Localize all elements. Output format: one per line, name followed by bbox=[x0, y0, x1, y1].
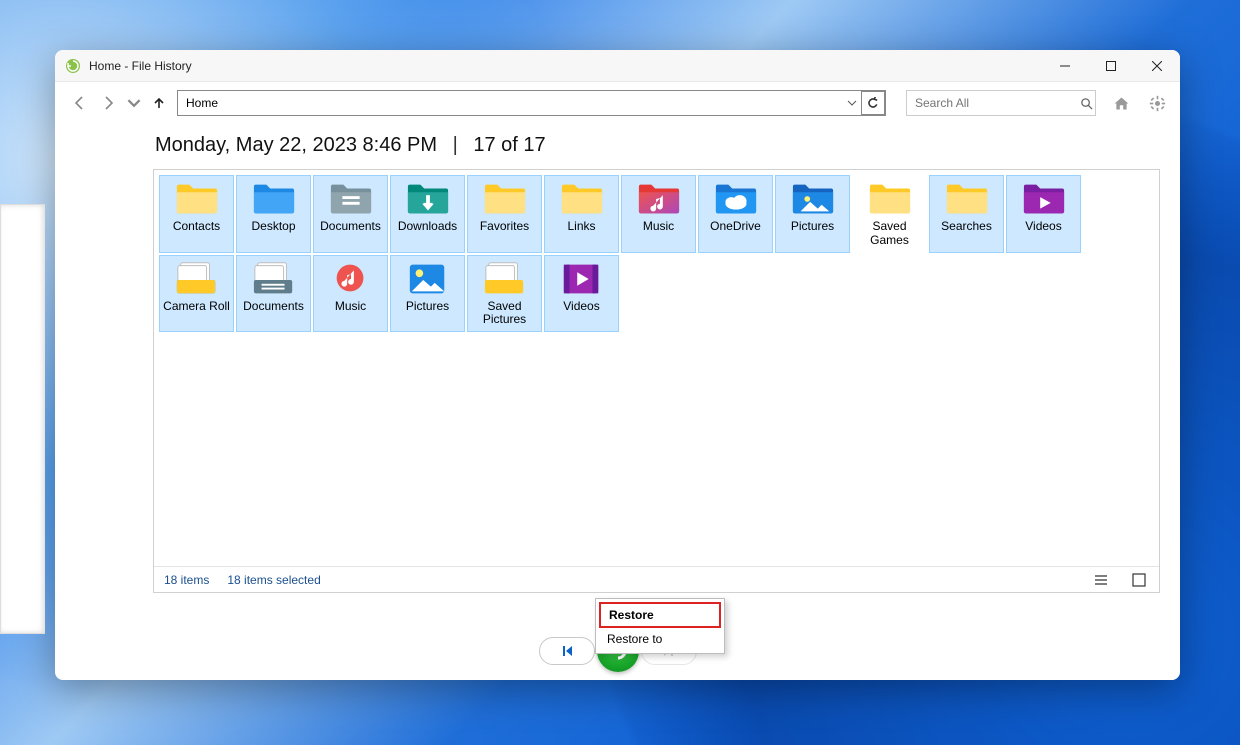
file-item[interactable]: Pictures bbox=[390, 255, 465, 333]
folder-yellow-icon bbox=[866, 180, 914, 218]
history-subheader: Monday, May 22, 2023 8:46 PM | 17 of 17 bbox=[65, 124, 1170, 169]
file-item-label: Documents bbox=[243, 300, 304, 314]
file-grid[interactable]: Contacts Desktop Documents Downloads Favorit… bbox=[154, 170, 1159, 566]
file-item-label: Pictures bbox=[406, 300, 449, 314]
details-view-button[interactable] bbox=[1091, 571, 1111, 589]
lib-music-icon bbox=[327, 260, 375, 298]
file-item[interactable]: Downloads bbox=[390, 175, 465, 253]
restore-context-menu: Restore Restore to bbox=[595, 598, 725, 654]
file-item[interactable]: Favorites bbox=[467, 175, 542, 253]
file-item[interactable]: Documents bbox=[313, 175, 388, 253]
history-dropdown[interactable] bbox=[127, 91, 141, 115]
address-dropdown[interactable] bbox=[840, 91, 862, 115]
file-item[interactable]: Videos bbox=[1006, 175, 1081, 253]
file-item-label: Music bbox=[335, 300, 366, 314]
lib-saved-icon bbox=[481, 260, 529, 298]
search-box bbox=[906, 90, 1096, 116]
file-item[interactable]: Music bbox=[621, 175, 696, 253]
file-item-label: Contacts bbox=[173, 220, 220, 234]
close-button[interactable] bbox=[1134, 50, 1180, 82]
menu-restore-to[interactable]: Restore to bbox=[599, 628, 721, 650]
refresh-button[interactable] bbox=[861, 91, 885, 115]
file-item-label: Pictures bbox=[791, 220, 834, 234]
status-bar: 18 items 18 items selected bbox=[154, 566, 1159, 592]
maximize-button[interactable] bbox=[1088, 50, 1134, 82]
file-item[interactable]: Contacts bbox=[159, 175, 234, 253]
lib-docs-icon bbox=[250, 260, 298, 298]
snapshot-date: Monday, May 22, 2023 8:46 PM bbox=[155, 134, 437, 156]
minimize-button[interactable] bbox=[1042, 50, 1088, 82]
lib-video-icon bbox=[558, 260, 606, 298]
file-item[interactable]: Saved Games bbox=[852, 175, 927, 253]
file-item[interactable]: Videos bbox=[544, 255, 619, 333]
separator: | bbox=[453, 134, 458, 156]
content-area: Monday, May 22, 2023 8:46 PM | 17 of 17 … bbox=[55, 124, 1180, 680]
gear-icon[interactable] bbox=[1146, 92, 1168, 114]
file-item-label: Saved Games bbox=[855, 220, 924, 248]
toolbar bbox=[55, 82, 1180, 124]
folder-yellow-icon bbox=[943, 180, 991, 218]
home-icon[interactable] bbox=[1110, 92, 1132, 114]
file-item[interactable]: Documents bbox=[236, 255, 311, 333]
file-item[interactable]: Desktop bbox=[236, 175, 311, 253]
file-item-label: Videos bbox=[1025, 220, 1061, 234]
menu-restore[interactable]: Restore bbox=[599, 602, 721, 628]
folder-yellow-icon bbox=[481, 180, 529, 218]
file-item-label: Saved Pictures bbox=[470, 300, 539, 328]
file-item-label: Links bbox=[567, 220, 595, 234]
selected-count: 18 items selected bbox=[227, 573, 320, 587]
file-item-label: Documents bbox=[320, 220, 381, 234]
forward-button[interactable] bbox=[97, 91, 121, 115]
prev-version-button[interactable] bbox=[539, 637, 595, 665]
back-button[interactable] bbox=[67, 91, 91, 115]
file-history-window: Home - File History bbox=[55, 50, 1180, 680]
file-item-label: OneDrive bbox=[710, 220, 761, 234]
file-item[interactable]: Music bbox=[313, 255, 388, 333]
titlebar: Home - File History bbox=[55, 50, 1180, 82]
file-area: Contacts Desktop Documents Downloads Favorit… bbox=[153, 169, 1160, 593]
search-input[interactable] bbox=[907, 96, 1078, 110]
file-item[interactable]: Links bbox=[544, 175, 619, 253]
file-item[interactable]: Camera Roll bbox=[159, 255, 234, 333]
left-panel-stub bbox=[0, 204, 45, 634]
file-item-label: Desktop bbox=[251, 220, 295, 234]
search-icon[interactable] bbox=[1078, 91, 1095, 115]
folder-photo-icon bbox=[789, 180, 837, 218]
window-title: Home - File History bbox=[89, 59, 192, 73]
snapshot-position: 17 of 17 bbox=[473, 134, 545, 156]
file-item-label: Camera Roll bbox=[163, 300, 230, 314]
file-item[interactable]: Saved Pictures bbox=[467, 255, 542, 333]
file-item-label: Downloads bbox=[398, 220, 457, 234]
app-icon bbox=[65, 58, 81, 74]
up-button[interactable] bbox=[147, 91, 171, 115]
address-input[interactable] bbox=[178, 91, 840, 115]
folder-yellow-icon bbox=[558, 180, 606, 218]
file-item-label: Videos bbox=[563, 300, 599, 314]
file-item-label: Searches bbox=[941, 220, 992, 234]
icons-view-button[interactable] bbox=[1129, 571, 1149, 589]
folder-docs-icon bbox=[327, 180, 375, 218]
folder-video-icon bbox=[1020, 180, 1068, 218]
folder-music-icon bbox=[635, 180, 683, 218]
lib-photo-icon bbox=[404, 260, 452, 298]
file-item-label: Favorites bbox=[480, 220, 529, 234]
folder-yellow-icon bbox=[173, 180, 221, 218]
lib-camera-icon bbox=[173, 260, 221, 298]
file-item-label: Music bbox=[643, 220, 674, 234]
file-item[interactable]: Pictures bbox=[775, 175, 850, 253]
address-bar bbox=[177, 90, 886, 116]
item-count: 18 items bbox=[164, 573, 209, 587]
file-item[interactable]: OneDrive bbox=[698, 175, 773, 253]
folder-blue-icon bbox=[250, 180, 298, 218]
folder-cloud-icon bbox=[712, 180, 760, 218]
folder-down-icon bbox=[404, 180, 452, 218]
file-item[interactable]: Searches bbox=[929, 175, 1004, 253]
